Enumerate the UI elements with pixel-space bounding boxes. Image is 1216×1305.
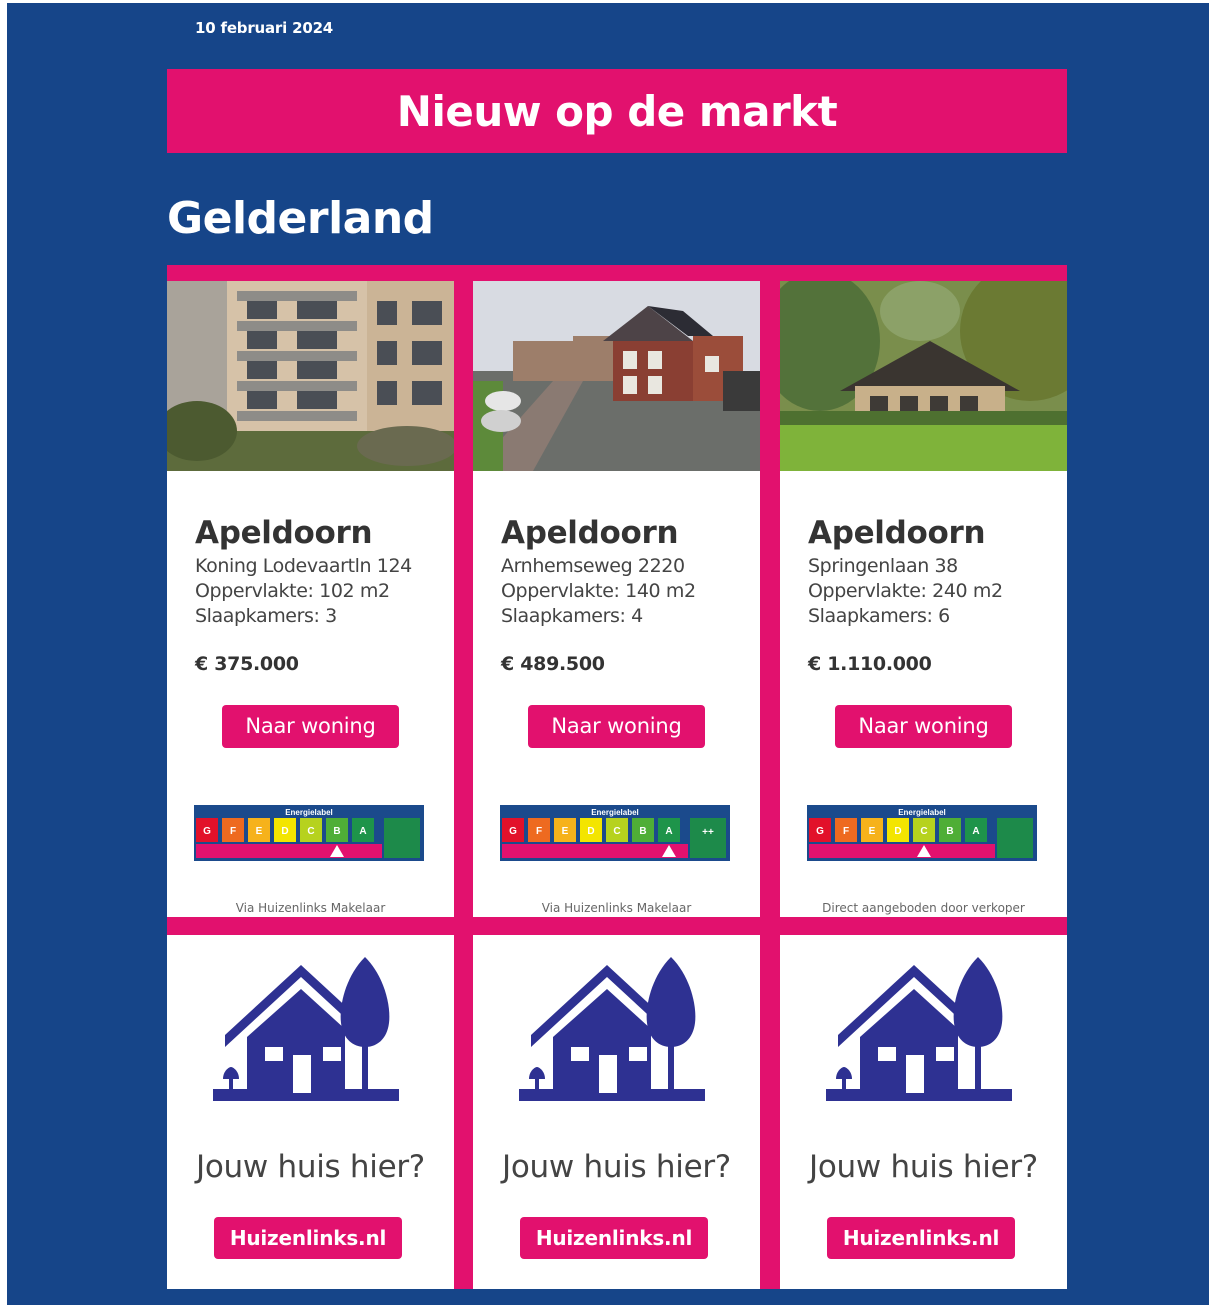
listing-bedrooms: Slaapkamers: 6 xyxy=(808,605,950,627)
listing-source: Via Huizenlinks Makelaar xyxy=(235,901,386,915)
listing-photo-apartment[interactable] xyxy=(167,281,454,471)
listing-area: Oppervlakte: 140 m2 xyxy=(501,580,696,602)
svg-text:F: F xyxy=(843,826,849,837)
listing-price: € 489.500 xyxy=(501,653,605,675)
listing-address: Arnhemseweg 2220 xyxy=(501,555,685,577)
energy-label-title: Energielabel xyxy=(285,808,333,817)
listing-city: Apeldoorn xyxy=(501,515,679,551)
listing-grid: Apeldoorn Koning Lodevaartln 124 Oppervl… xyxy=(167,265,1067,1289)
svg-text:C: C xyxy=(307,826,314,837)
svg-text:D: D xyxy=(281,826,288,837)
svg-text:E: E xyxy=(562,826,569,837)
svg-text:F: F xyxy=(536,826,542,837)
energy-label-title: Energielabel xyxy=(898,808,946,817)
huizenlinks-button[interactable]: Huizenlinks.nl xyxy=(520,1217,708,1259)
promo-text: Jouw huis hier? xyxy=(809,1149,1038,1185)
energy-label-icon: Energielabel G F E D C B A ++ xyxy=(500,805,730,861)
listing-bedrooms: Slaapkamers: 4 xyxy=(501,605,643,627)
email-body: 10 februari 2024 Nieuw op de markt Gelde… xyxy=(7,3,1209,1305)
listing-city: Apeldoorn xyxy=(808,515,986,551)
svg-text:A: A xyxy=(665,826,672,837)
view-house-button[interactable]: Naar woning xyxy=(528,705,705,748)
listing-price: € 1.110.000 xyxy=(808,653,932,675)
banner: Nieuw op de markt xyxy=(167,69,1067,153)
listing-price: € 375.000 xyxy=(195,653,299,675)
svg-text:A: A xyxy=(972,826,979,837)
svg-text:D: D xyxy=(894,826,901,837)
promo-card: Jouw huis hier? Huizenlinks.nl xyxy=(167,935,454,1289)
promo-text: Jouw huis hier? xyxy=(502,1149,731,1185)
svg-text:++: ++ xyxy=(702,827,714,838)
energy-label-title: Energielabel xyxy=(591,808,639,817)
svg-text:E: E xyxy=(256,826,263,837)
house-with-tree-icon xyxy=(213,957,399,1101)
svg-text:G: G xyxy=(509,826,517,837)
listing-area: Oppervlakte: 102 m2 xyxy=(195,580,390,602)
listing-address: Koning Lodevaartln 124 xyxy=(195,555,412,577)
svg-text:B: B xyxy=(946,826,953,837)
huizenlinks-button[interactable]: Huizenlinks.nl xyxy=(827,1217,1015,1259)
listing-photo-street[interactable] xyxy=(473,281,760,471)
view-house-button[interactable]: Naar woning xyxy=(222,705,399,748)
listing-area: Oppervlakte: 240 m2 xyxy=(808,580,1003,602)
svg-text:F: F xyxy=(230,826,236,837)
listing-card[interactable]: Apeldoorn Koning Lodevaartln 124 Oppervl… xyxy=(167,281,454,917)
svg-text:C: C xyxy=(920,826,927,837)
listing-city: Apeldoorn xyxy=(195,515,373,551)
newsletter-date: 10 februari 2024 xyxy=(195,19,334,37)
listing-bedrooms: Slaapkamers: 3 xyxy=(195,605,337,627)
listing-address: Springenlaan 38 xyxy=(808,555,958,577)
listing-card[interactable]: Apeldoorn Arnhemseweg 2220 Oppervlakte: … xyxy=(473,281,760,917)
listing-source: Direct aangeboden door verkoper xyxy=(822,901,1025,915)
svg-text:D: D xyxy=(587,826,594,837)
svg-text:C: C xyxy=(613,826,620,837)
promo-text: Jouw huis hier? xyxy=(196,1149,425,1185)
region-heading: Gelderland xyxy=(167,193,434,244)
listing-card[interactable]: Apeldoorn Springenlaan 38 Oppervlakte: 2… xyxy=(780,281,1067,917)
energy-label-icon: Energielabel G F E D C B A xyxy=(807,805,1037,861)
promo-card: Jouw huis hier? Huizenlinks.nl xyxy=(780,935,1067,1289)
listing-source: Via Huizenlinks Makelaar xyxy=(541,901,692,915)
promo-card: Jouw huis hier? Huizenlinks.nl xyxy=(473,935,760,1289)
svg-text:B: B xyxy=(333,826,340,837)
view-house-button[interactable]: Naar woning xyxy=(835,705,1012,748)
svg-text:A: A xyxy=(359,826,366,837)
svg-text:G: G xyxy=(816,826,824,837)
svg-text:G: G xyxy=(203,826,211,837)
energy-label-icon: Energielabel G F E D C B A xyxy=(194,805,424,861)
svg-text:B: B xyxy=(639,826,646,837)
house-with-tree-icon xyxy=(519,957,705,1101)
svg-text:E: E xyxy=(869,826,876,837)
house-with-tree-icon xyxy=(826,957,1012,1101)
banner-title: Nieuw op de markt xyxy=(396,86,838,136)
huizenlinks-button[interactable]: Huizenlinks.nl xyxy=(214,1217,402,1259)
listing-photo-villa[interactable] xyxy=(780,281,1067,471)
